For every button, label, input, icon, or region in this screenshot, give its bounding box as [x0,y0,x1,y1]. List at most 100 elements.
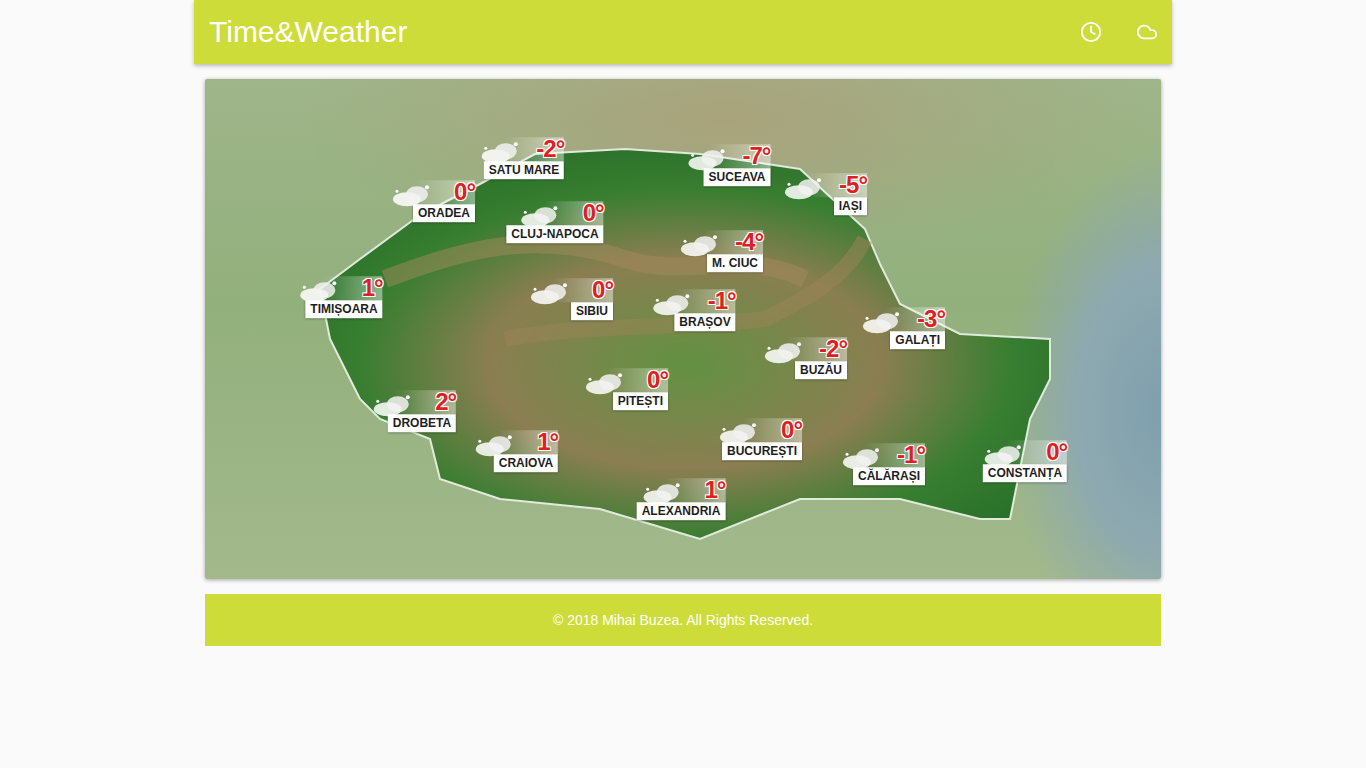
temperature-row: .-3° [885,307,945,331]
content: .-2°SATU MARE.-7°SUCEAVA.-5°IAȘI.0°ORADE… [194,64,1172,646]
temperature: -2° [536,137,564,161]
temperature: 0° [583,201,604,225]
cloud-icon [1136,21,1158,43]
weather-map: .-2°SATU MARE.-7°SUCEAVA.-5°IAȘI.0°ORADE… [205,79,1161,579]
city-pin: .-3°GALAȚI [885,307,945,349]
city-pin: .-4°M. CIUC [703,230,763,272]
city-label: CRAIOVA [494,454,558,472]
temperature: -7° [743,144,771,168]
clock-icon [1080,21,1102,43]
city-pin: .-1°BRAȘOV [674,289,735,331]
snow-cloud-icon: . [716,420,764,446]
temperature-row: .0° [608,368,668,392]
snow-cloud-icon: . [761,339,809,365]
temperature: -4° [735,230,763,254]
temperature-row: .0° [553,278,613,302]
snow-cloud-icon: . [839,445,887,471]
city-pin: .-2°SATU MARE [484,137,564,179]
copyright: © 2018 Mihai Buzea. All Rights Reserved. [553,612,813,628]
city-label: SUCEAVA [704,168,771,186]
temperature-row: .0° [742,418,802,442]
temperature: 1° [537,430,558,454]
snow-cloud-icon: . [518,203,566,229]
temperature-row: .1° [665,478,725,502]
temperature-row: .-2° [787,337,847,361]
snow-cloud-icon: . [370,392,418,418]
temperature-row: .2° [396,390,456,414]
temperature: 0° [781,418,802,442]
city-label: IAȘI [834,197,867,215]
city-label: CĂLĂRAȘI [853,467,925,485]
city-pin: .0°BUCUREȘTI [722,418,802,460]
temperature-row: .1° [323,276,383,300]
footer: © 2018 Mihai Buzea. All Rights Reserved. [205,594,1161,646]
temperature: -1° [708,289,736,313]
temperature-row: .0° [415,180,475,204]
temperature: -1° [897,443,925,467]
city-label: SIBIU [571,302,613,320]
city-pin: .2°DROBETA [388,390,456,432]
temperature: -2° [819,337,847,361]
time-button[interactable] [1078,19,1104,45]
snow-cloud-icon: . [781,175,829,201]
temperature: 1° [362,276,383,300]
city-pin: .-7°SUCEAVA [704,144,771,186]
temperature: 0° [454,180,475,204]
app-title: Time&Weather [209,15,407,49]
city-pin: .1°ALEXANDRIA [637,478,726,520]
snow-cloud-icon: . [297,278,345,304]
city-label: CONSTANȚA [983,464,1067,482]
city-label: BUCUREȘTI [722,442,802,460]
city-label: SATU MARE [484,161,564,179]
snow-cloud-icon: . [389,182,437,208]
city-pin: .0°SIBIU [553,278,613,320]
city-pin: .0°CONSTANȚA [983,440,1067,482]
city-pin: .1°TIMIȘOARA [305,276,382,318]
city-pin: .0°PITEȘTI [608,368,668,410]
temperature-row: .0° [1007,440,1067,464]
temperature-row: .1° [498,430,558,454]
snow-cloud-icon: . [650,291,698,317]
city-label: BUZĂU [795,361,847,379]
city-label: PITEȘTI [613,392,668,410]
temperature-row: .-2° [504,137,564,161]
weather-button[interactable] [1134,19,1160,45]
city-label: BRAȘOV [674,313,735,331]
temperature: 1° [704,478,725,502]
city-pin: .-1°CĂLĂRAȘI [853,443,925,485]
city-label: GALAȚI [890,331,945,349]
city-label: DROBETA [388,414,456,432]
temperature-row: .-1° [865,443,925,467]
city-label: TIMIȘOARA [305,300,382,318]
city-pin: .0°CLUJ-NAPOCA [506,201,603,243]
snow-cloud-icon: . [478,139,526,165]
app-bar: Time&Weather [194,0,1172,64]
temperature-row: .-5° [807,173,867,197]
city-label: M. CIUC [707,254,763,272]
city-label: CLUJ-NAPOCA [506,225,603,243]
temperature: -3° [917,307,945,331]
app-bar-actions [1078,19,1160,45]
temperature: 0° [592,278,613,302]
snow-cloud-icon: . [582,370,630,396]
temperature-row: .-1° [676,289,736,313]
temperature-row: .-4° [703,230,763,254]
temperature-row: .0° [544,201,604,225]
temperature: 0° [647,368,668,392]
temperature-row: .-7° [710,144,770,168]
city-pin: .-2°BUZĂU [787,337,847,379]
city-pin: .1°CRAIOVA [494,430,558,472]
temperature: -5° [839,173,867,197]
temperature: 2° [435,390,456,414]
snow-cloud-icon: . [859,309,907,335]
snow-cloud-icon: . [639,480,687,506]
snow-cloud-icon: . [472,432,520,458]
city-pin: .-5°IAȘI [807,173,867,215]
snow-cloud-icon: . [677,232,725,258]
city-label: ORADEA [413,204,475,222]
snow-cloud-icon: . [981,442,1029,468]
city-label: ALEXANDRIA [637,502,726,520]
snow-cloud-icon: . [527,280,575,306]
snow-cloud-icon: . [684,146,732,172]
page: Time&Weather.-2°SATU MARE.-7°SUCEAVA.-5°… [194,0,1172,646]
